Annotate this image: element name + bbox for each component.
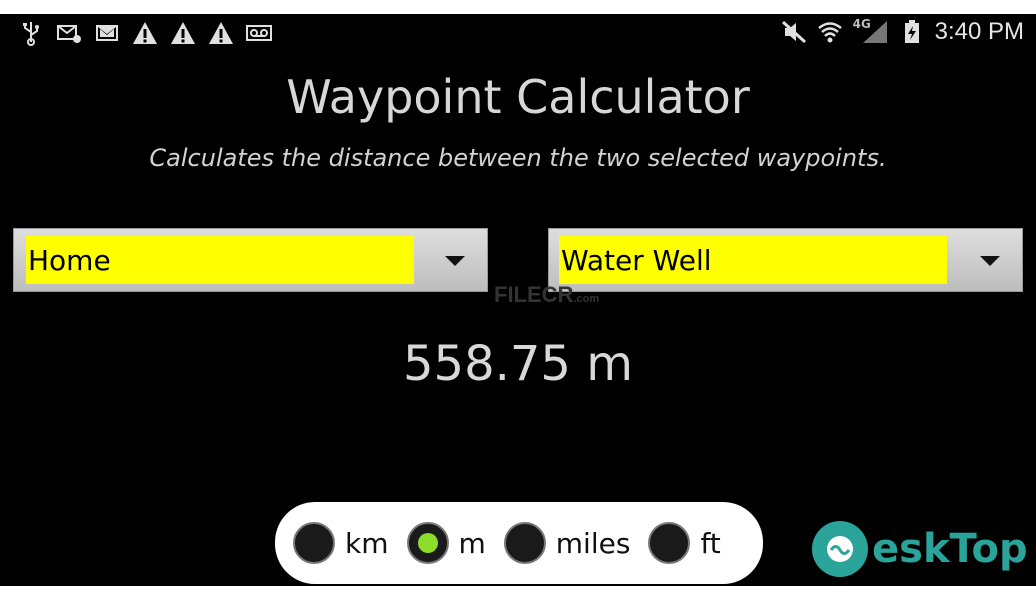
watermark-text: FILECR [494,282,574,307]
unit-option-m[interactable]: m [406,522,486,564]
radio-button[interactable] [503,522,546,564]
brand-watermark: eskTop [812,516,1028,582]
status-time: 3:40 PM [934,18,1024,45]
chevron-down-icon [980,256,1000,266]
unit-option-miles[interactable]: miles [503,522,631,564]
usb-icon [18,20,44,46]
voicemail-icon [246,20,272,46]
status-right-icons: 4G 3:40 PM [781,17,1024,46]
wifi-icon [817,19,843,45]
waypoint-from-value: Home [26,236,414,284]
watermark-sub: .com [573,293,600,305]
page-title: Waypoint Calculator [286,70,750,124]
waypoint-to-value: Water Well [559,236,947,284]
unit-label: ft [700,526,721,560]
unit-option-km[interactable]: km [293,522,389,564]
mail-sync-icon [56,20,82,46]
brand-text: eskTop [872,526,1028,572]
radio-button[interactable] [293,522,335,564]
device-screen: 4G 3:40 PM Waypoint Calculator Calculate… [0,14,1036,586]
distance-result: 558.75 m [403,336,633,392]
desktop-logo-icon [812,521,868,577]
mute-icon [781,19,807,45]
chevron-down-icon [445,256,465,266]
radio-button-selected[interactable] [406,522,449,564]
status-left-icons [18,20,272,46]
unit-radio-group: km m miles ft [275,502,763,584]
warning-icon [208,20,234,46]
unit-label: m [458,526,486,560]
waypoint-to-dropdown[interactable]: Water Well [548,228,1023,292]
watermark: FILECR.com [494,282,599,308]
warning-icon [132,20,158,46]
unit-label: miles [555,526,631,560]
unit-label: km [345,526,389,560]
status-bar: 4G 3:40 PM [0,14,1036,54]
network-label: 4G [852,17,871,31]
page-subtitle: Calculates the distance between the two … [149,144,887,172]
gmail-icon [94,20,120,46]
battery-charging-icon [899,19,925,45]
signal-icon: 4G [852,17,889,45]
unit-option-ft[interactable]: ft [648,522,721,564]
waypoint-from-dropdown[interactable]: Home [13,228,488,292]
warning-icon [170,20,196,46]
radio-selected-dot [417,533,438,553]
radio-button[interactable] [648,522,691,564]
